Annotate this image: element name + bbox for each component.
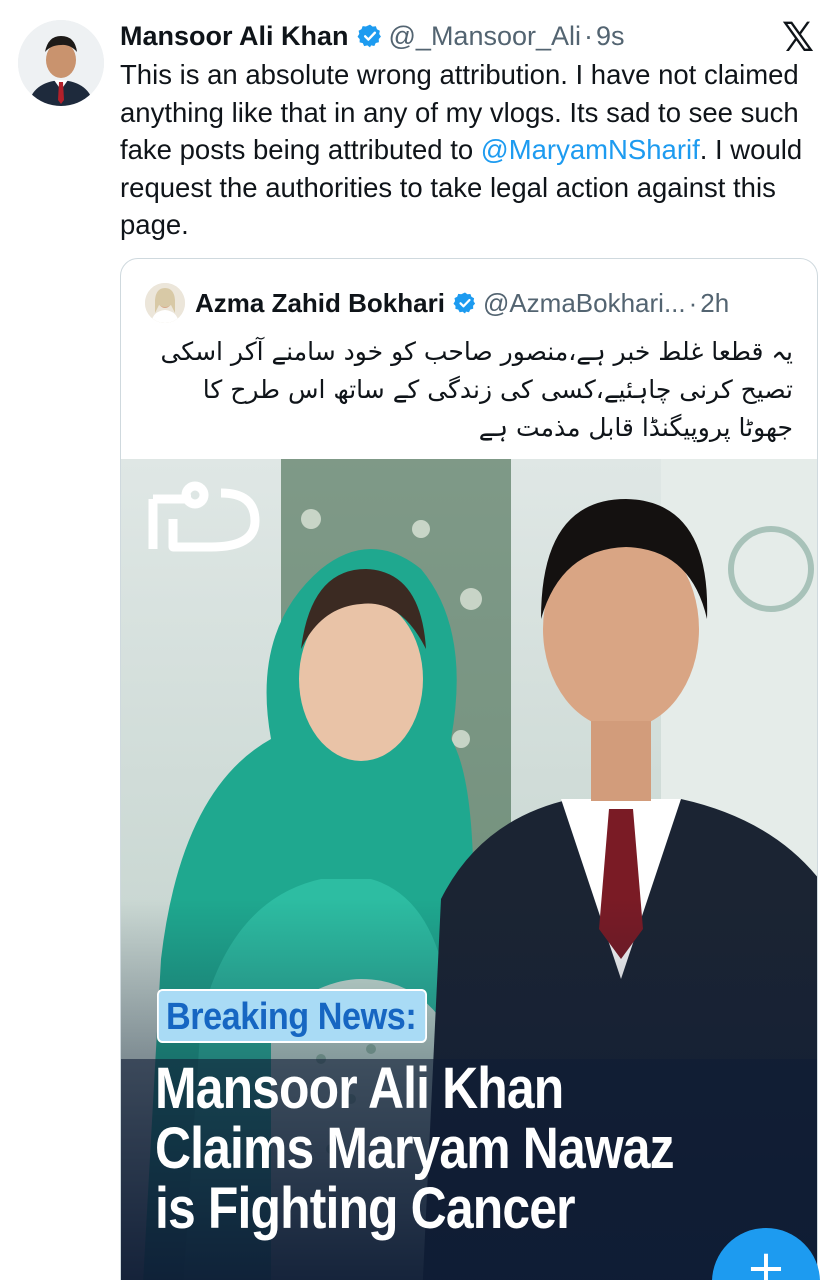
author-handle[interactable]: @_Mansoor_Ali [389,21,582,52]
breaking-news-label: Breaking News: [157,989,428,1043]
quoted-avatar-image [145,283,185,323]
quoted-separator-dot: · [688,287,698,318]
quoted-timestamp[interactable]: 2h [700,288,729,319]
tweet-screen: Mansoor Ali Khan @_Mansoor_Ali · 9s 𝕏 Th… [0,0,836,1280]
x-logo-icon: 𝕏 [781,15,815,61]
author-avatar-image [18,20,104,106]
quoted-tweet-text: یہ قطعا غلط خبر ہے،منصور صاحب کو خود سام… [160,337,793,442]
quoted-verified-badge-icon [453,292,476,314]
separator-dot: · [584,20,594,51]
verified-badge-icon [357,24,381,48]
quoted-author-handle[interactable]: @AzmaBokhari... [483,288,686,319]
tweet-timestamp[interactable]: 9s [596,21,625,52]
tweet-header: Mansoor Ali Khan @_Mansoor_Ali · 9s [120,18,625,54]
quoted-media-image[interactable]: Breaking News: Mansoor Ali Khan Claims M… [121,459,817,1280]
author-name[interactable]: Mansoor Ali Khan [120,21,349,52]
headline-line-2: Claims Maryam Nawaz [155,1116,675,1181]
quoted-tweet-card[interactable]: Azma Zahid Bokhari @AzmaBokhari... · 2h … [120,258,818,1280]
news-headline: Mansoor Ali Khan Claims Maryam Nawaz is … [155,1059,774,1239]
quoted-author-name[interactable]: Azma Zahid Bokhari [195,288,445,319]
author-avatar[interactable] [18,20,104,106]
quoted-author-avatar[interactable] [145,283,185,323]
headline-line-3: is Fighting Cancer [155,1176,575,1241]
headline-line-1: Mansoor Ali Khan [155,1056,564,1121]
tweet-text: This is an absolute wrong attribution. I… [120,56,810,244]
mention-link[interactable]: @MaryamNSharif [481,134,700,165]
quoted-tweet-header: Azma Zahid Bokhari @AzmaBokhari... · 2h [195,285,729,321]
